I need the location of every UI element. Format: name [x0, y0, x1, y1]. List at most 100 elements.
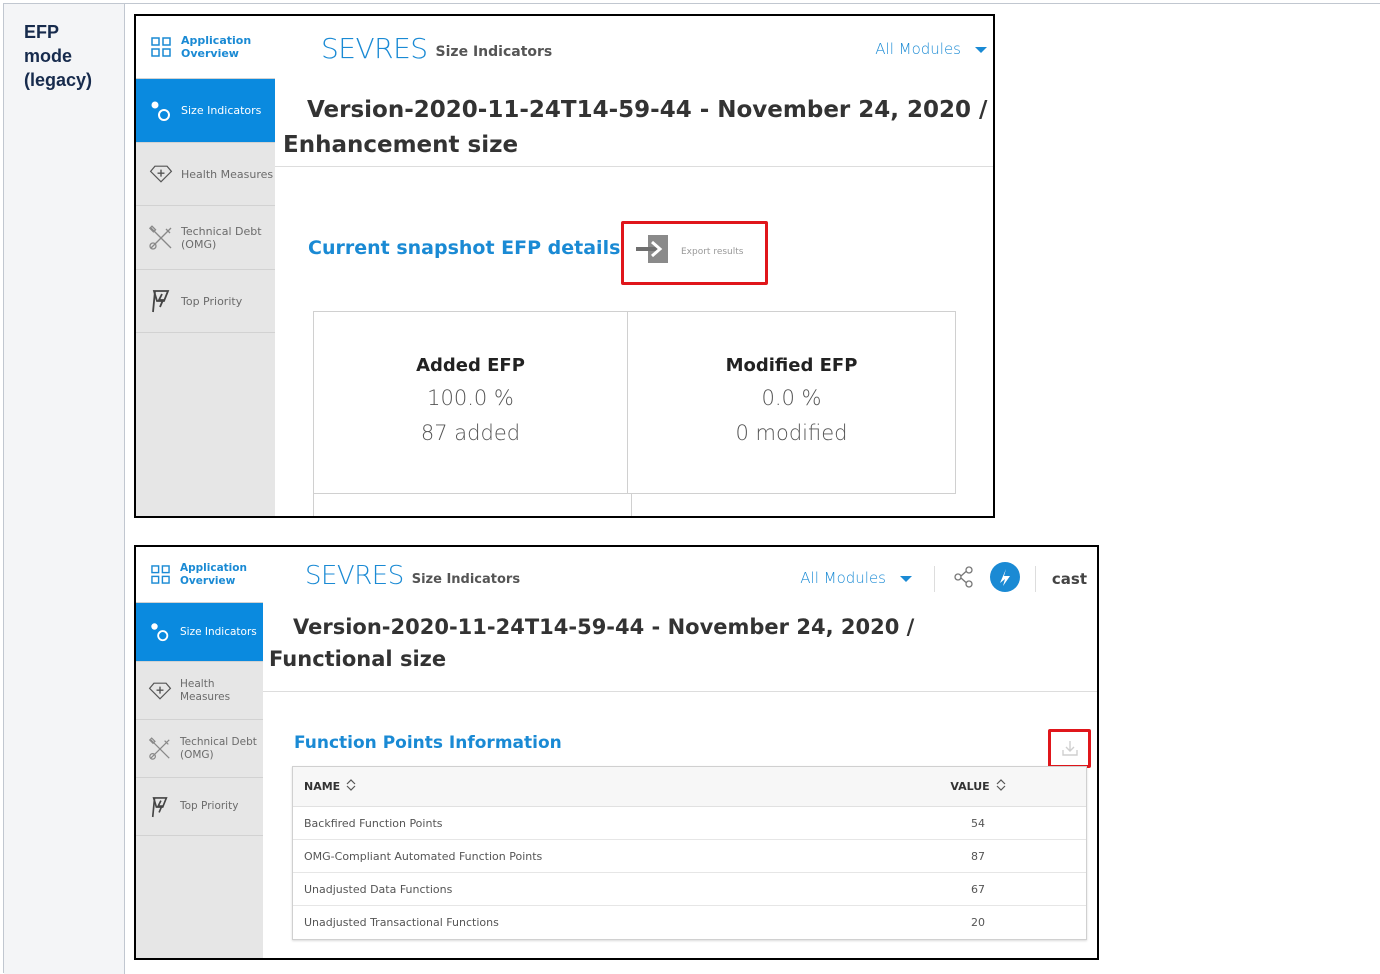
- export-results-button[interactable]: Export results: [634, 234, 743, 269]
- sidebar-item-label: Size Indicators: [180, 625, 257, 638]
- sidebar: Application Overview Size Indicators Hea…: [136, 16, 275, 516]
- card-subtext: 0 modified: [735, 421, 848, 445]
- modified-efp-card: Modified EFP 0.0 % 0 modified: [627, 311, 956, 494]
- divider: [1034, 566, 1036, 592]
- cell-name: OMG-Compliant Automated Function Points: [304, 849, 543, 863]
- version-title-line1: Version-2020-11-24T14-59-44 - November 2…: [307, 97, 988, 123]
- sidebar-item-health-measures[interactable]: Health Measures: [136, 662, 263, 720]
- page-title: Version-2020-11-24T14-59-44 - November 2…: [263, 604, 1097, 692]
- cell-name: Backfired Function Points: [304, 816, 443, 830]
- modules-dropdown-label: All Modules: [800, 569, 886, 587]
- function-points-table: NAME VALUE Backfired Function Points 54 …: [292, 766, 1087, 940]
- row-label-line: (legacy): [24, 70, 93, 90]
- header-actions: cast: [933, 561, 1087, 597]
- help-icon[interactable]: [989, 561, 1021, 597]
- version-title-line1: Version-2020-11-24T14-59-44 - November 2…: [293, 615, 915, 639]
- screenshot-enhancement-size: Application Overview Size Indicators Hea…: [134, 14, 995, 518]
- sidebar-item-label: Size Indicators: [181, 104, 262, 117]
- column-label: VALUE: [950, 780, 990, 793]
- top-priority-icon: [147, 795, 173, 819]
- card-subtext: 87 added: [420, 421, 521, 445]
- sidebar-item-label: Health Measures: [180, 677, 231, 703]
- cell-value: 87: [971, 849, 985, 863]
- export-icon: [634, 234, 670, 269]
- sidebar-item-top-priority[interactable]: Top Priority: [136, 270, 275, 333]
- export-results-label: Export results: [681, 246, 744, 257]
- page-title: Version-2020-11-24T14-59-44 - November 2…: [275, 80, 993, 167]
- health-diamond-icon: [147, 681, 173, 701]
- tools-icon: [147, 736, 173, 761]
- divider: [933, 566, 935, 592]
- sidebar-item-top-priority[interactable]: Top Priority: [136, 778, 263, 836]
- cell-name: Unadjusted Transactional Functions: [304, 916, 499, 929]
- download-icon[interactable]: [1061, 739, 1079, 762]
- column-header-value[interactable]: VALUE: [893, 779, 1063, 794]
- share-icon[interactable]: [953, 566, 975, 592]
- chevron-down-icon: [975, 47, 987, 53]
- highlight-box: [1048, 729, 1091, 768]
- main-content: SEVRES Size Indicators All Modules Versi…: [275, 16, 993, 516]
- grid-icon: [147, 565, 173, 584]
- table-row[interactable]: Unadjusted Data Functions 67: [293, 873, 1086, 906]
- sidebar-item-application-overview[interactable]: Application Overview: [136, 16, 275, 79]
- user-menu[interactable]: cast: [1052, 570, 1087, 588]
- card-title: Modified EFP: [725, 355, 858, 376]
- version-title-line2: Enhancement size: [283, 132, 519, 158]
- page-name: Size Indicators: [435, 44, 553, 60]
- sidebar-item-size-indicators[interactable]: Size Indicators: [136, 79, 275, 143]
- added-efp-card: Added EFP 100.0 % 87 added: [313, 311, 628, 494]
- section-title: Current snapshot EFP details: [308, 237, 621, 259]
- sidebar-item-technical-debt[interactable]: Technical Debt (OMG): [136, 206, 275, 270]
- sidebar-item-technical-debt[interactable]: Technical Debt (OMG): [136, 720, 263, 778]
- card-title: Added EFP: [416, 355, 525, 376]
- modules-dropdown[interactable]: All Modules: [875, 40, 987, 58]
- table-row[interactable]: Unadjusted Transactional Functions 20: [293, 906, 1086, 939]
- top-priority-icon: [148, 288, 174, 314]
- sidebar-item-label: Top Priority: [180, 800, 239, 812]
- health-diamond-icon: [148, 163, 174, 185]
- page-name: Size Indicators: [411, 572, 521, 587]
- highlight-box: Export results: [621, 221, 768, 285]
- tools-icon: [148, 224, 174, 251]
- modules-dropdown-label: All Modules: [875, 40, 961, 58]
- row-label-line: mode: [24, 46, 73, 66]
- sidebar-item-label: Top Priority: [181, 294, 243, 308]
- cell-value: 20: [971, 916, 985, 929]
- card-value: 100.0 %: [427, 386, 514, 410]
- cell-value: 54: [971, 816, 985, 830]
- sidebar-item-label: Application Overview: [181, 34, 252, 60]
- table-row[interactable]: OMG-Compliant Automated Function Points …: [293, 840, 1086, 873]
- card-value: 0.0 %: [761, 386, 822, 410]
- partial-card: [313, 493, 632, 516]
- grid-icon: [148, 37, 174, 57]
- main-content: SEVRES Size Indicators All Modules cast …: [263, 547, 1097, 958]
- sidebar-item-label: Application Overview: [180, 561, 247, 587]
- sidebar-item-label: Technical Debt (OMG): [180, 735, 257, 761]
- sidebar-item-health-measures[interactable]: Health Measures: [136, 143, 275, 206]
- size-indicators-icon: [147, 621, 173, 643]
- screenshot-functional-size: Application Overview Size Indicators Hea…: [134, 545, 1099, 960]
- column-header-name[interactable]: NAME: [293, 779, 893, 794]
- header: SEVRES Size Indicators All Modules: [275, 16, 993, 80]
- app-brand: SEVRES: [321, 31, 428, 65]
- column-label: NAME: [304, 780, 341, 793]
- section-title: Function Points Information: [294, 733, 562, 753]
- sidebar-item-application-overview[interactable]: Application Overview: [136, 547, 263, 603]
- row-label-line: EFP: [24, 22, 60, 42]
- sort-icon: [996, 779, 1006, 794]
- cell-name: Unadjusted Data Functions: [304, 882, 453, 896]
- header: SEVRES Size Indicators All Modules cast: [263, 547, 1097, 604]
- size-indicators-icon: [148, 99, 174, 123]
- sort-icon: [346, 779, 356, 794]
- app-brand: SEVRES: [305, 560, 404, 591]
- modules-dropdown[interactable]: All Modules: [800, 569, 912, 587]
- table-row[interactable]: Backfired Function Points 54: [293, 807, 1086, 840]
- sidebar: Application Overview Size Indicators Hea…: [136, 547, 263, 958]
- sidebar-item-label: Health Measures: [181, 167, 274, 181]
- cell-value: 67: [971, 882, 985, 896]
- sidebar-item-size-indicators[interactable]: Size Indicators: [136, 603, 263, 662]
- row-label-cell: EFP mode (legacy): [4, 4, 125, 974]
- chevron-down-icon: [900, 576, 912, 582]
- table-header: NAME VALUE: [293, 767, 1086, 807]
- version-title-line2: Functional size: [269, 647, 447, 671]
